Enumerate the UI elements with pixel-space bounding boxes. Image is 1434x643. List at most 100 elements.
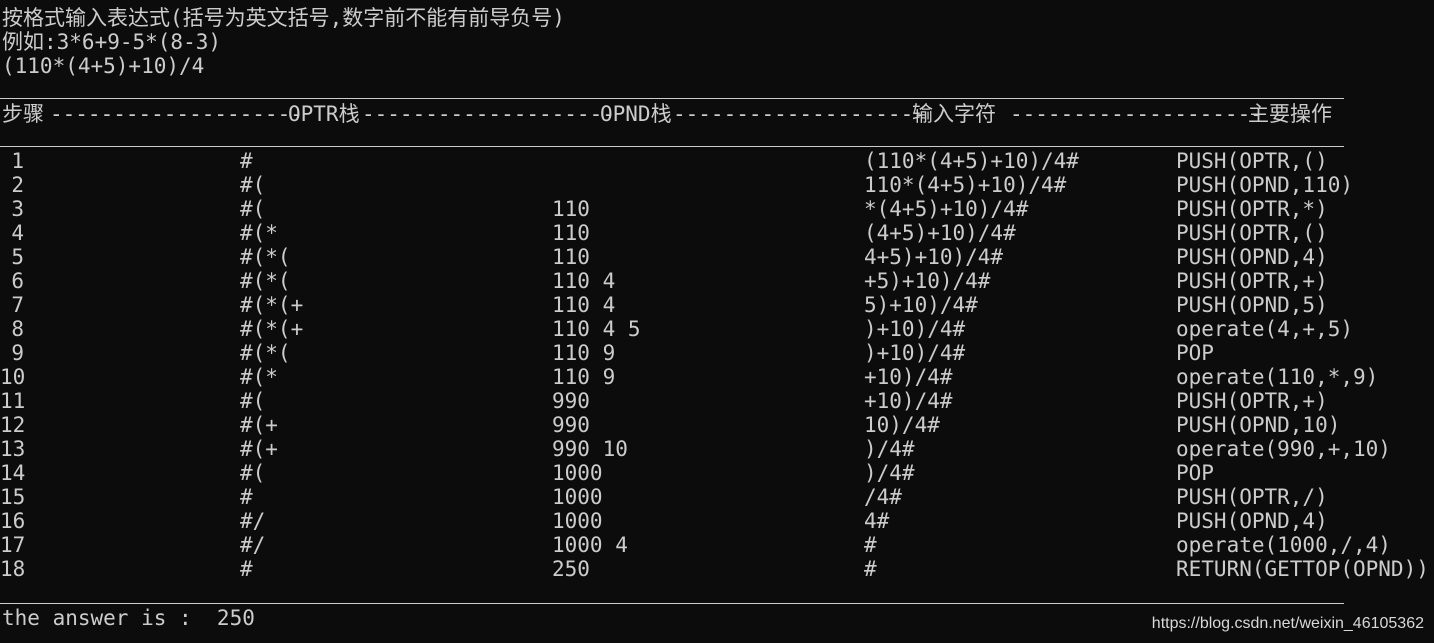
- input-cell: /4#: [864, 485, 902, 509]
- step-cell: 15: [0, 485, 26, 509]
- step-cell: 2: [11, 173, 24, 197]
- optr-cell: #(+: [240, 437, 278, 461]
- operation-cell: POP: [1176, 461, 1214, 485]
- opnd-cell: 110 4: [552, 293, 616, 317]
- header-input: 输入字符: [912, 102, 996, 126]
- console-window: 按格式输入表达式(括号为英文括号,数字前不能有前导负号) 例如:3*6+9-5*…: [0, 0, 1434, 643]
- input-cell: )+10)/4#: [864, 341, 966, 365]
- input-cell: 4+5)+10)/4#: [864, 245, 1004, 269]
- table-row: 17 #/ 1000 4 # operate(1000,/,4): [0, 533, 1434, 557]
- header-operation: 主要操作: [1248, 102, 1332, 126]
- header-dash-1: --------------------: [50, 102, 303, 126]
- input-cell: *(4+5)+10)/4#: [864, 197, 1029, 221]
- input-cell: )/4#: [864, 461, 915, 485]
- opnd-cell: 990: [552, 389, 590, 413]
- optr-cell: #(: [240, 173, 266, 197]
- optr-cell: #(*: [240, 365, 278, 389]
- step-cell: 16: [0, 509, 26, 533]
- optr-cell: #(+: [240, 413, 278, 437]
- step-cell: 13: [0, 437, 26, 461]
- step-cell: 5: [11, 245, 24, 269]
- operation-cell: PUSH(OPTR,+): [1176, 269, 1328, 293]
- step-cell: 12: [0, 413, 26, 437]
- optr-cell: #(*(+: [240, 317, 304, 341]
- input-cell: #: [864, 557, 877, 581]
- optr-cell: #(: [240, 389, 266, 413]
- input-cell: 5)+10)/4#: [864, 293, 978, 317]
- opnd-cell: 110 4: [552, 269, 616, 293]
- opnd-cell: 110: [552, 245, 590, 269]
- opnd-cell: 1000: [552, 485, 603, 509]
- opnd-cell: 110 9: [552, 365, 616, 389]
- table-row: 15 #1000/4# PUSH(OPTR,/): [0, 485, 1434, 509]
- operation-cell: PUSH(OPND,4): [1176, 245, 1328, 269]
- opnd-cell: 110 9: [552, 341, 616, 365]
- step-cell: 3: [11, 197, 24, 221]
- header-bottom-rule: [0, 146, 1344, 147]
- table-row: 6 #(*(110 4 +5)+10)/4# PUSH(OPTR,+): [0, 269, 1434, 293]
- step-cell: 10: [0, 365, 26, 389]
- input-cell: (110*(4+5)+10)/4#: [864, 149, 1079, 173]
- result-line: the answer is : 250: [2, 606, 255, 630]
- input-cell: +10)/4#: [864, 389, 953, 413]
- table-row: 7 #(*(+ 110 4 5)+10)/4# PUSH(OPND,5): [0, 293, 1434, 317]
- opnd-cell: 1000: [552, 461, 603, 485]
- operation-cell: PUSH(OPTR,+): [1176, 389, 1328, 413]
- opnd-cell: 990: [552, 413, 590, 437]
- input-cell: 4#: [864, 509, 890, 533]
- table-row: 4 #(* 110 (4+5)+10)/4# PUSH(OPTR,(): [0, 221, 1434, 245]
- input-expression: (110*(4+5)+10)/4: [2, 54, 205, 78]
- step-cell: 1: [11, 149, 24, 173]
- watermark-url: https://blog.csdn.net/weixin_46105362: [1151, 615, 1424, 632]
- operation-cell: PUSH(OPND,5): [1176, 293, 1328, 317]
- input-cell: 110*(4+5)+10)/4#: [864, 173, 1067, 197]
- opnd-cell: 110: [552, 197, 590, 221]
- optr-cell: #/: [240, 509, 266, 533]
- operation-cell: PUSH(OPTR,*): [1176, 197, 1328, 221]
- header-dash-4: --------------------: [1010, 102, 1263, 126]
- table-row: 12 #(+ 990 10)/4# PUSH(OPND,10): [0, 413, 1434, 437]
- step-cell: 4: [11, 221, 24, 245]
- optr-cell: #(*(: [240, 245, 291, 269]
- opnd-cell: 1000 4: [552, 533, 628, 557]
- step-cell: 6: [11, 269, 24, 293]
- optr-cell: #/: [240, 533, 266, 557]
- table-row: 5 #(*( 110 4+5)+10)/4# PUSH(OPND,4): [0, 245, 1434, 269]
- operation-cell: operate(990,+,10): [1176, 437, 1391, 461]
- operation-cell: PUSH(OPND,110): [1176, 173, 1354, 197]
- operation-cell: operate(1000,/,4): [1176, 533, 1391, 557]
- input-cell: +10)/4#: [864, 365, 953, 389]
- step-cell: 17: [0, 533, 26, 557]
- header-optr: OPTR栈: [288, 102, 360, 126]
- input-cell: #: [864, 533, 877, 557]
- operation-cell: operate(4,+,5): [1176, 317, 1354, 341]
- optr-cell: #(*(+: [240, 293, 304, 317]
- optr-cell: #(: [240, 197, 266, 221]
- optr-cell: #(*(: [240, 269, 291, 293]
- operation-cell: operate(110,*,9): [1176, 365, 1379, 389]
- operation-cell: PUSH(OPTR,(): [1176, 221, 1328, 245]
- opnd-cell: 990 10: [552, 437, 628, 461]
- table-row: 13 #(+ 990 10 )/4# operate(990,+,10): [0, 437, 1434, 461]
- step-cell: 9: [11, 341, 24, 365]
- operation-cell: POP: [1176, 341, 1214, 365]
- table-row: 9 #(*( 110 9 )+10)/4# POP: [0, 341, 1434, 365]
- operation-cell: PUSH(OPTR,/): [1176, 485, 1328, 509]
- step-cell: 11: [0, 389, 26, 413]
- opnd-cell: 250: [552, 557, 590, 581]
- operation-cell: PUSH(OPTR,(): [1176, 149, 1328, 173]
- optr-cell: #: [240, 485, 253, 509]
- header-dash-3: --------------------: [673, 102, 926, 126]
- instruction-line: 按格式输入表达式(括号为英文括号,数字前不能有前导负号): [2, 6, 565, 30]
- step-cell: 14: [0, 461, 26, 485]
- optr-cell: #: [240, 557, 253, 581]
- step-cell: 18: [0, 557, 26, 581]
- optr-cell: #(: [240, 461, 266, 485]
- header-dash-2: --------------------: [362, 102, 615, 126]
- optr-cell: #(*(: [240, 341, 291, 365]
- opnd-cell: 110: [552, 221, 590, 245]
- example-line: 例如:3*6+9-5*(8-3): [2, 30, 222, 54]
- input-cell: )/4#: [864, 437, 915, 461]
- table-row: 18 #250 # RETURN(GETTOP(OPND)): [0, 557, 1434, 581]
- result-rule: [0, 603, 1344, 604]
